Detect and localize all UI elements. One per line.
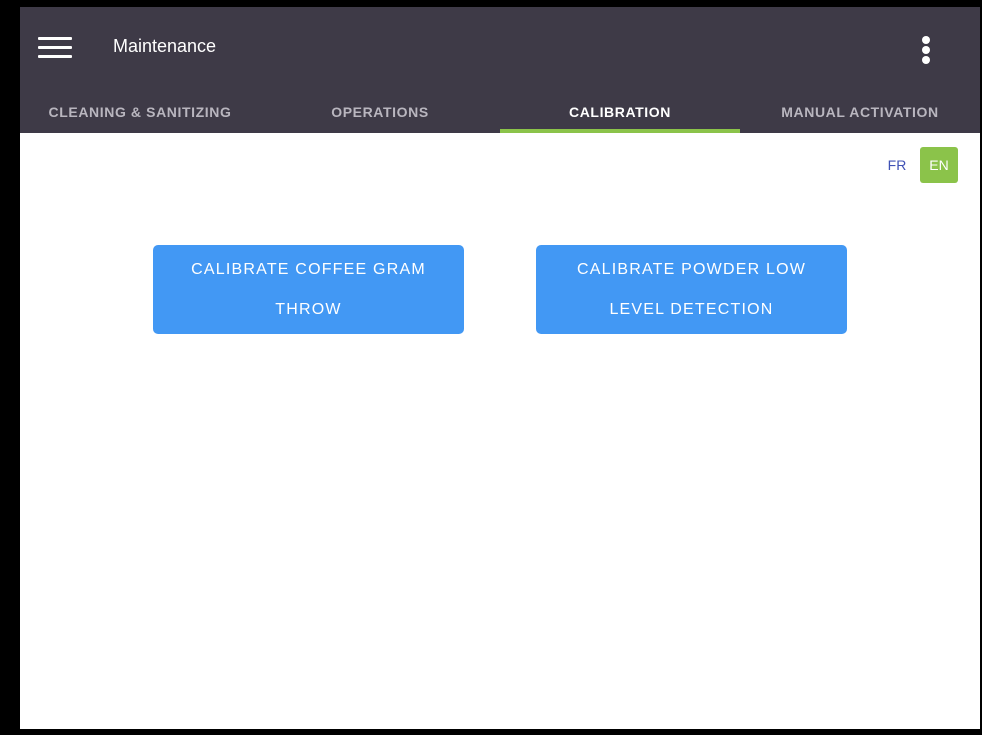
language-fr-button[interactable]: FR <box>878 147 916 183</box>
tab-manual-activation[interactable]: MANUAL ACTIVATION <box>740 91 980 133</box>
more-vertical-icon[interactable] <box>918 34 934 68</box>
language-en-button[interactable]: EN <box>920 147 958 183</box>
tab-bar: CLEANING & SANITIZING OPERATIONS CALIBRA… <box>20 91 980 133</box>
tab-cleaning-sanitizing[interactable]: CLEANING & SANITIZING <box>20 91 260 133</box>
tab-calibration[interactable]: CALIBRATION <box>500 91 740 133</box>
page-title: Maintenance <box>113 36 217 56</box>
app-screen: Maintenance CLEANING & SANITIZING OPERAT… <box>20 7 980 729</box>
calibrate-powder-low-level-button[interactable]: CALIBRATE POWDER LOW LEVEL DETECTION <box>536 245 847 334</box>
tab-operations[interactable]: OPERATIONS <box>260 91 500 133</box>
calibrate-coffee-gram-throw-button[interactable]: CALIBRATE COFFEE GRAM THROW <box>153 245 464 334</box>
app-bar: Maintenance CLEANING & SANITIZING OPERAT… <box>20 7 980 133</box>
hamburger-menu-icon[interactable] <box>38 37 72 59</box>
